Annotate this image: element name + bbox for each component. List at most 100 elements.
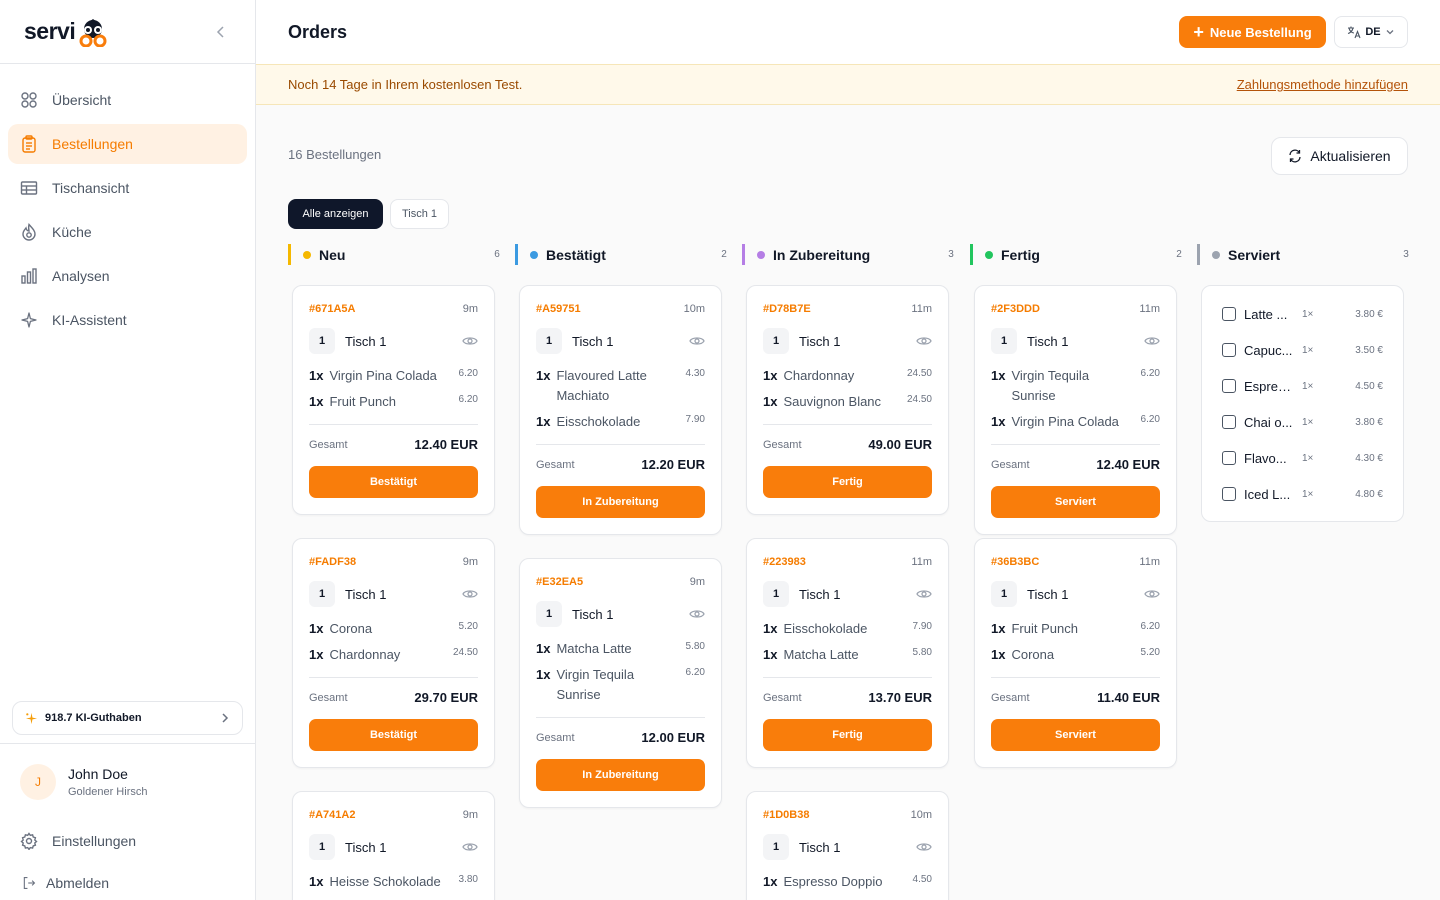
order-item: 1x Fruit Punch 6.20 (991, 619, 1160, 639)
served-item: Chai o... 1× 3.80 € (1222, 404, 1383, 440)
language-select[interactable]: DE (1334, 16, 1408, 48)
column-title: Serviert (1228, 246, 1281, 263)
served-item-checkbox[interactable] (1222, 451, 1236, 465)
order-card[interactable]: #D78B7E 11m 1 Tisch 1 1x Chardonnay 24.50 1x… (746, 285, 949, 515)
item-name: Flavoured Latte Machiato (556, 368, 647, 403)
served-item-checkbox[interactable] (1222, 343, 1236, 357)
item-price: 5.80 (912, 647, 932, 658)
order-item: 1x Virgin Tequila Sunrise 6.20 (536, 665, 705, 705)
main-nav: Übersicht Bestellungen Tischansicht Küch… (0, 64, 255, 360)
translate-icon (1348, 26, 1361, 39)
item-price: 3.80 (458, 874, 478, 885)
advance-status-button[interactable]: Serviert (991, 486, 1160, 518)
item-name: Chardonnay (783, 368, 855, 383)
filter-all[interactable]: Alle anzeigen (288, 199, 383, 229)
sidebar: servi Übersicht Bestellungen Tischansich… (0, 0, 256, 900)
served-item-name: Espres... (1244, 378, 1294, 394)
order-age: 11m (911, 556, 932, 568)
order-card[interactable]: #1D0B38 10m 1 Tisch 1 1x Espresso Doppio 4.5… (746, 791, 949, 900)
eye-icon[interactable] (1144, 588, 1160, 600)
logout-link[interactable]: Abmelden (0, 862, 255, 900)
order-card[interactable]: #A741A2 9m 1 Tisch 1 1x Heisse Schokolade 3.… (292, 791, 495, 900)
refresh-button[interactable]: Aktualisieren (1271, 137, 1408, 175)
table-name: Tisch 1 (1027, 586, 1069, 602)
advance-status-button[interactable]: Bestätigt (309, 719, 478, 751)
order-card[interactable]: #36B3BC 11m 1 Tisch 1 1x Fruit Punch 6.20 1x… (974, 538, 1177, 768)
order-id: #2F3DDD (991, 303, 1040, 315)
filter-table-1[interactable]: Tisch 1 (390, 199, 449, 229)
order-id: #A741A2 (309, 809, 356, 821)
advance-status-button[interactable]: Fertig (763, 719, 932, 751)
order-card[interactable]: #E32EA5 9m 1 Tisch 1 1x Matcha Latte 5.80 1x… (519, 558, 722, 808)
served-item-checkbox[interactable] (1222, 307, 1236, 321)
user-profile[interactable]: J John Doe Goldener Hirsch (0, 744, 255, 820)
nav-item-bestellungen[interactable]: Bestellungen (8, 124, 247, 164)
item-price: 6.20 (1140, 368, 1160, 379)
served-item-checkbox[interactable] (1222, 379, 1236, 393)
table-name: Tisch 1 (345, 333, 387, 349)
served-item-price: 4.30 € (1355, 452, 1383, 464)
trial-banner: Noch 14 Tage in Ihrem kostenlosen Test. … (256, 64, 1440, 105)
order-card[interactable]: #2F3DDD 11m 1 Tisch 1 1x Virgin Tequila Sun… (974, 285, 1177, 535)
eye-icon[interactable] (462, 841, 478, 853)
item-qty: 1x (763, 874, 778, 889)
nav-item-uebersicht[interactable]: Übersicht (8, 80, 247, 120)
order-age: 11m (1139, 556, 1160, 568)
item-qty: 1x (763, 621, 778, 636)
sparkle-icon (21, 312, 37, 328)
served-item-checkbox[interactable] (1222, 487, 1236, 501)
eye-icon[interactable] (916, 588, 932, 600)
column-count: 2 (1176, 249, 1182, 260)
served-item-price: 3.80 € (1355, 416, 1383, 428)
advance-status-button[interactable]: Serviert (991, 719, 1160, 751)
eye-icon[interactable] (689, 608, 705, 620)
total-label: Gesamt (536, 458, 575, 471)
add-payment-link[interactable]: Zahlungsmethode hinzufügen (1237, 77, 1408, 92)
eye-icon[interactable] (916, 335, 932, 347)
gear-icon (20, 832, 38, 850)
item-name: Fruit Punch (329, 394, 396, 409)
new-order-button[interactable]: + Neue Bestellung (1179, 16, 1326, 48)
item-price: 7.90 (912, 621, 932, 632)
user-name: John Doe (68, 766, 128, 782)
nav-item-kueche[interactable]: Küche (8, 212, 247, 252)
advance-status-button[interactable]: In Zubereitung (536, 486, 705, 518)
advance-status-button[interactable]: In Zubereitung (536, 759, 705, 791)
logo[interactable]: servi (24, 17, 110, 47)
served-item-checkbox[interactable] (1222, 415, 1236, 429)
collapse-sidebar-button[interactable] (211, 22, 231, 42)
item-qty: 1x (536, 667, 551, 682)
served-item-name: Chai o... (1244, 414, 1293, 430)
eye-icon[interactable] (462, 588, 478, 600)
eye-icon[interactable] (916, 841, 932, 853)
ki-credits-button[interactable]: 918.7 KI-Guthaben (12, 701, 243, 735)
settings-link[interactable]: Einstellungen (0, 820, 255, 862)
nav-item-ki-assistent[interactable]: KI-Assistent (8, 300, 247, 340)
eye-icon[interactable] (1144, 335, 1160, 347)
nav-label: Übersicht (52, 92, 112, 108)
table-number-badge: 1 (536, 328, 562, 354)
logo-row: servi (0, 0, 255, 64)
eye-icon[interactable] (689, 335, 705, 347)
served-item: Capuc... 1× 3.50 € (1222, 332, 1383, 368)
served-item: Flavo... 1× 4.30 € (1222, 440, 1383, 476)
item-price: 24.50 (906, 368, 932, 379)
item-price: 4.30 (685, 368, 705, 379)
nav-item-analysen[interactable]: Analysen (8, 256, 247, 296)
item-qty: 1x (536, 414, 551, 429)
order-card[interactable]: #FADF38 9m 1 Tisch 1 1x Corona 5.20 1x Chardo… (292, 538, 495, 768)
eye-icon[interactable] (462, 335, 478, 347)
advance-status-button[interactable]: Bestätigt (309, 466, 478, 498)
order-card[interactable]: #A59751 10m 1 Tisch 1 1x Flavoured Latte Ma… (519, 285, 722, 535)
item-price: 5.20 (1140, 647, 1160, 658)
language-value: DE (1365, 26, 1381, 38)
grid-icon (21, 92, 37, 108)
served-item-qty: 1× (1302, 416, 1314, 428)
order-card[interactable]: #671A5A 9m 1 Tisch 1 1x Virgin Pina Colada 6… (292, 285, 495, 515)
order-item: 1x Eisschokolade 7.90 (536, 412, 705, 432)
served-item-name: Iced L... (1244, 486, 1291, 502)
advance-status-button[interactable]: Fertig (763, 466, 932, 498)
order-card[interactable]: #223983 11m 1 Tisch 1 1x Eisschokolade 7.90 … (746, 538, 949, 768)
order-age: 11m (911, 303, 932, 315)
nav-item-tischansicht[interactable]: Tischansicht (8, 168, 247, 208)
